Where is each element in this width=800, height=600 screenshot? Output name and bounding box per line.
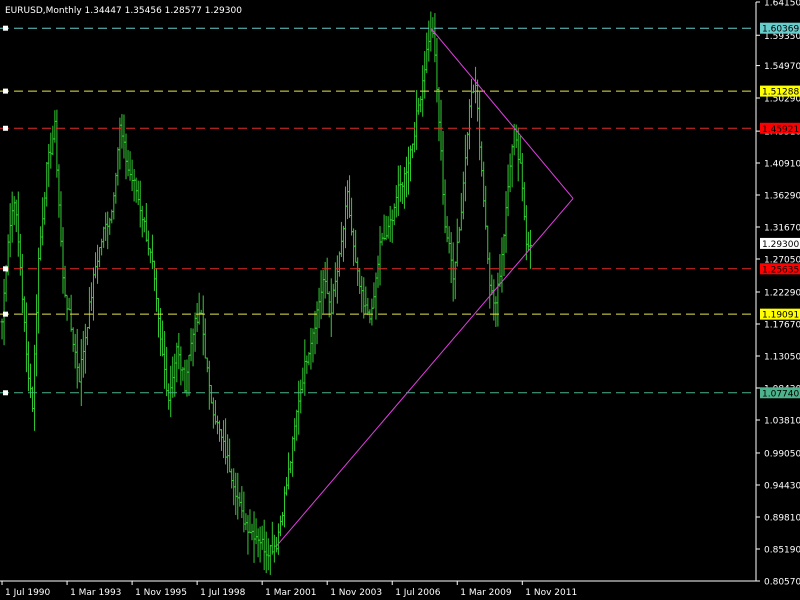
- level-handle[interactable]: [3, 266, 8, 272]
- y-tick-label: 1.36290: [764, 192, 800, 202]
- y-tick-label: 1.22290: [764, 288, 800, 298]
- level-label: 1.19091: [762, 311, 799, 321]
- x-tick-label: 1 Jul 1990: [5, 588, 50, 598]
- y-tick-label: 1.03810: [764, 417, 800, 427]
- y-tick-label: 1.17670: [764, 320, 800, 330]
- x-tick-label: 1 Nov 2011: [525, 588, 577, 598]
- y-tick-label: 0.99050: [764, 449, 800, 459]
- level-handle[interactable]: [3, 25, 8, 31]
- level-handle[interactable]: [3, 88, 8, 94]
- price-chart[interactable]: 1.641501.593501.549701.502901.455101.409…: [0, 0, 800, 600]
- y-tick-label: 0.80570: [764, 578, 800, 588]
- y-tick-label: 1.64150: [764, 0, 800, 9]
- level-handle[interactable]: [3, 311, 8, 317]
- x-tick-label: 1 Mar 2009: [460, 588, 512, 598]
- y-tick-label: 1.54970: [764, 62, 800, 72]
- y-tick-label: 1.40910: [764, 159, 800, 169]
- current-price-label: 1.29300: [762, 240, 799, 250]
- y-tick-label: 1.31670: [764, 224, 800, 234]
- x-tick-label: 1 Mar 2001: [265, 588, 316, 598]
- y-tick-label: 0.94430: [764, 481, 800, 491]
- level-label: 1.07740: [762, 389, 799, 399]
- level-label: 1.51288: [762, 88, 799, 98]
- current-price-marker: 1.29300: [760, 237, 800, 250]
- y-tick-label: 1.13050: [764, 352, 800, 362]
- level-handle[interactable]: [3, 125, 8, 131]
- y-tick-label: 0.85190: [764, 545, 800, 555]
- x-tick-label: 1 Nov 1995: [135, 588, 187, 598]
- x-tick-label: 1 Mar 1993: [70, 588, 121, 598]
- level-handle[interactable]: [3, 390, 8, 396]
- x-tick-label: 1 Nov 2003: [330, 588, 382, 598]
- x-tick-label: 1 Jul 1998: [200, 588, 245, 598]
- level-label: 1.60369: [762, 25, 799, 35]
- chart-background: [0, 0, 800, 600]
- level-label: 1.45921: [762, 125, 799, 135]
- x-tick-label: 1 Jul 2006: [395, 588, 440, 598]
- level-label: 1.25635: [762, 265, 799, 275]
- chart-title: EURUSD,Monthly 1.34447 1.35456 1.28577 1…: [5, 6, 242, 16]
- y-tick-label: 0.89810: [764, 513, 800, 523]
